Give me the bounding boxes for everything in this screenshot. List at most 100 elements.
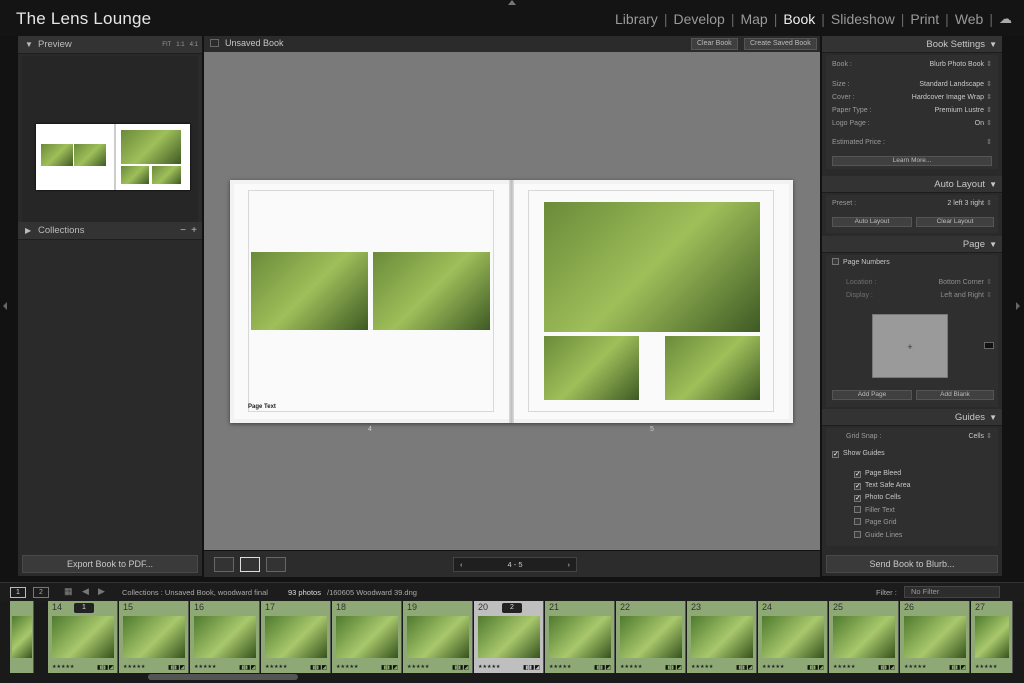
show-guides-checkbox[interactable]: ✓ Show Guides [832,449,885,459]
rating-stars[interactable]: ★★★★★ [691,664,713,670]
rating-stars[interactable]: ★★★★★ [336,664,358,670]
rating-stars[interactable]: ★★★★★ [833,664,855,670]
source-label[interactable]: Collections : Unsaved Book, woodward fin… [122,588,268,597]
clear-book-button[interactable]: Clear Book [691,38,738,50]
rating-stars[interactable]: ★★★★★ [549,664,571,670]
add-blank-button[interactable]: Add Blank [916,390,994,400]
film-frame[interactable]: 21 ★★★★★ ◧◨◩ [545,601,615,673]
current-file[interactable]: /160605 Woodward 39.dng [327,588,417,597]
single-page-view-icon[interactable] [266,557,286,572]
module-web[interactable]: Web [949,11,990,27]
display-select[interactable]: Display : Left and Right ⇕ [832,290,992,301]
module-library[interactable]: Library [609,11,664,27]
module-book[interactable]: Book [777,11,821,27]
rating-stars[interactable]: ★★★★★ [620,664,642,670]
rating-stars[interactable]: ★★★★★ [904,664,926,670]
text-safe-area-checkbox[interactable]: ✓ Text Safe Area [854,481,911,491]
size-select[interactable]: Size : Standard Landscape ⇕ [832,79,992,90]
module-map[interactable]: Map [734,11,773,27]
second-screen-button[interactable]: 2 [33,587,49,598]
add-page-button[interactable]: Add Page [832,390,912,400]
film-frame[interactable]: 15 ★★★★★ ◧◨◩ [119,601,189,673]
photo-cell[interactable] [665,336,760,400]
photo-cell[interactable] [544,336,639,400]
logo-page-select[interactable]: Logo Page : On ⇕ [832,118,992,129]
preview-header[interactable]: ▼ Preview FIT 1:1 4:1 [18,36,202,54]
paper-type-select[interactable]: Paper Type : Premium Lustre ⇕ [832,105,992,116]
chevron-right-icon[interactable]: › [568,558,571,571]
filmstrip-scrollbar[interactable] [148,674,298,680]
guides-header[interactable]: Guides ▼ [822,409,1002,426]
create-saved-book-button[interactable]: Create Saved Book [744,38,817,50]
auto-layout-button[interactable]: Auto Layout [832,217,912,227]
zoom-fit[interactable]: FIT [162,42,171,48]
module-slideshow[interactable]: Slideshow [825,11,901,27]
rating-stars[interactable]: ★★★★★ [265,664,287,670]
clear-layout-button[interactable]: Clear Layout [916,217,994,227]
photo-cell[interactable] [373,252,490,330]
rating-stars[interactable]: ★★★★★ [975,664,997,670]
grid-icon[interactable]: ▦ [64,586,73,597]
film-frame[interactable]: 22 ★★★★★ ◧◨◩ [616,601,686,673]
export-pdf-button[interactable]: Export Book to PDF... [22,555,198,573]
preview-navigator[interactable] [22,56,198,231]
book-select[interactable]: Book : Blurb Photo Book ⇕ [832,59,992,70]
zoom-1-1[interactable]: 1:1 [176,42,184,48]
rating-stars[interactable]: ★★★★★ [478,664,500,670]
film-frame[interactable]: 19 ★★★★★ ◧◨◩ [403,601,473,673]
location-select[interactable]: Location : Bottom Corner ⇕ [832,277,992,288]
guide-lines-checkbox[interactable]: Guide Lines [854,531,902,541]
template-menu-icon[interactable] [984,342,994,349]
module-print[interactable]: Print [904,11,945,27]
learn-more-button[interactable]: Learn More... [832,156,992,166]
right-page[interactable] [514,184,789,419]
filler-text-checkbox[interactable]: Filler Text [854,506,895,516]
left-page[interactable]: Page Text [234,184,509,419]
rating-stars[interactable]: ★★★★★ [407,664,429,670]
page-template-thumbnail[interactable]: + [872,314,948,378]
film-frame[interactable]: 23 ★★★★★ ◧◨◩ [687,601,757,673]
film-frame[interactable]: 26 ★★★★★ ◧◨◩ [900,601,970,673]
zoom-4-1[interactable]: 4:1 [190,42,198,48]
collapse-left-panel-icon[interactable] [3,302,7,310]
spread-view-icon[interactable] [240,557,260,572]
collapse-right-panel-icon[interactable] [1016,302,1020,310]
preset-select[interactable]: Preset :2 left 3 right ⇕ [832,198,992,209]
photo-cell[interactable] [544,202,760,332]
minus-icon[interactable]: − [180,222,186,240]
film-frame[interactable]: 18 ★★★★★ ◧◨◩ [332,601,402,673]
forward-arrow-icon[interactable]: ▶ [98,586,105,597]
rating-stars[interactable]: ★★★★★ [123,664,145,670]
main-screen-button[interactable]: 1 [10,587,26,598]
grid-snap-select[interactable]: Grid Snap : Cells ⇕ [832,431,992,442]
rating-stars[interactable]: ★★★★★ [762,664,784,670]
page-grid-checkbox[interactable]: Page Grid [854,518,897,528]
plus-icon[interactable]: + [191,222,197,240]
cover-select[interactable]: Cover : Hardcover Image Wrap ⇕ [832,92,992,103]
film-frame[interactable]: 25 ★★★★★ ◧◨◩ [829,601,899,673]
film-frame[interactable]: 16 ★★★★★ ◧◨◩ [190,601,260,673]
rating-stars[interactable]: ★★★★★ [194,664,216,670]
collapse-top-panel-icon[interactable] [508,0,516,5]
photo-cell[interactable] [251,252,368,330]
filter-select[interactable]: No Filter [904,586,1000,598]
module-develop[interactable]: Develop [667,11,730,27]
send-to-blurb-button[interactable]: Send Book to Blurb... [826,555,998,573]
rating-stars[interactable]: ★★★★★ [52,664,74,670]
book-settings-header[interactable]: Book Settings ▼ [822,36,1002,53]
multi-page-view-icon[interactable] [214,557,234,572]
page-numbers-checkbox[interactable]: Page Numbers [832,258,890,268]
back-arrow-icon[interactable]: ◀ [82,586,89,597]
chevron-left-icon[interactable]: ‹ [460,558,463,571]
page-bleed-checkbox[interactable]: ✓ Page Bleed [854,469,901,479]
page-text-field[interactable]: Page Text [248,404,276,410]
film-frame[interactable] [10,601,34,673]
film-frame[interactable]: 24 ★★★★★ ◧◨◩ [758,601,828,673]
film-frame[interactable]: 17 ★★★★★ ◧◨◩ [261,601,331,673]
cloud-icon[interactable]: ☁ [993,11,1012,27]
film-frame[interactable]: 27 ★★★★★ [971,601,1013,673]
collections-header[interactable]: ▶ Collections − + [18,222,202,240]
auto-layout-header[interactable]: Auto Layout ▼ [822,176,1002,193]
page-header[interactable]: Page ▼ [822,236,1002,253]
photo-cells-checkbox[interactable]: ✓ Photo Cells [854,493,901,503]
